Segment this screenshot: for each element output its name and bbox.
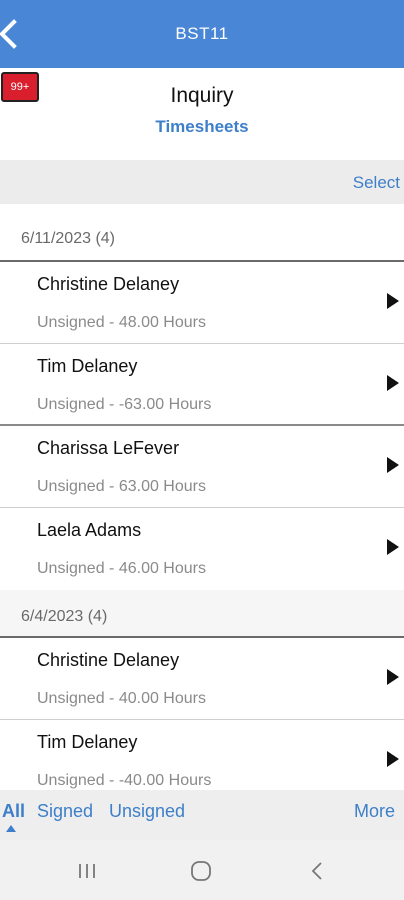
recents-button[interactable]: [75, 860, 99, 882]
timesheet-list[interactable]: 6/11/2023 (4) Christine Delaney Unsigned…: [0, 204, 404, 790]
chevron-right-icon: [387, 751, 399, 767]
timesheet-status: Unsigned - -40.00 Hours: [37, 772, 212, 789]
nav-back-icon: [311, 862, 322, 880]
tab-unsigned[interactable]: Unsigned: [109, 801, 185, 822]
list-item[interactable]: Charissa LeFever Unsigned - 63.00 Hours: [0, 426, 404, 508]
recents-icon: [79, 864, 95, 878]
chevron-right-icon: [387, 293, 399, 309]
list-item[interactable]: Christine Delaney Unsigned - 48.00 Hours: [0, 262, 404, 344]
app-title: BST11: [175, 24, 229, 43]
page-subtitle: Timesheets: [155, 117, 249, 136]
system-nav-bar: [0, 840, 404, 900]
more-button[interactable]: More: [354, 801, 395, 822]
timesheet-status: Unsigned - 46.00 Hours: [37, 560, 206, 577]
list-item[interactable]: Tim Delaney Unsigned - -40.00 Hours: [0, 720, 404, 790]
list-item[interactable]: Tim Delaney Unsigned - -63.00 Hours: [0, 344, 404, 426]
timesheet-status: Unsigned - 63.00 Hours: [37, 478, 206, 495]
select-button[interactable]: Select: [353, 173, 400, 193]
employee-name: Tim Delaney: [37, 356, 138, 376]
tab-signed[interactable]: Signed: [37, 801, 93, 822]
timesheet-status: Unsigned - -63.00 Hours: [37, 396, 212, 413]
app-bar: BST11: [0, 0, 404, 68]
employee-name: Christine Delaney: [37, 650, 180, 670]
chevron-right-icon: [387, 457, 399, 473]
nav-back-button[interactable]: [306, 860, 330, 882]
tab-all[interactable]: All: [2, 801, 25, 822]
chevron-right-icon: [387, 375, 399, 391]
filter-bar: All Signed Unsigned More: [0, 790, 404, 840]
home-icon: [191, 861, 211, 881]
group-header: 6/11/2023 (4): [0, 204, 404, 262]
caret-up-icon: [6, 825, 16, 832]
employee-name: Christine Delaney: [37, 274, 180, 294]
page-header: [0, 68, 404, 160]
timesheet-status: Unsigned - 48.00 Hours: [37, 314, 206, 331]
group-header: 6/4/2023 (4): [0, 590, 404, 638]
home-button[interactable]: [189, 860, 213, 882]
employee-name: Charissa LeFever: [37, 438, 180, 458]
employee-name: Laela Adams: [37, 520, 142, 540]
employee-name: Tim Delaney: [37, 732, 138, 752]
chevron-right-icon: [387, 539, 399, 555]
list-item[interactable]: Laela Adams Unsigned - 46.00 Hours: [0, 508, 404, 590]
chevron-right-icon: [387, 669, 399, 685]
timesheet-status: Unsigned - 40.00 Hours: [37, 690, 206, 707]
page-title: Inquiry: [170, 84, 234, 107]
select-toolbar: Select: [0, 160, 404, 204]
list-item[interactable]: Christine Delaney Unsigned - 40.00 Hours: [0, 638, 404, 720]
